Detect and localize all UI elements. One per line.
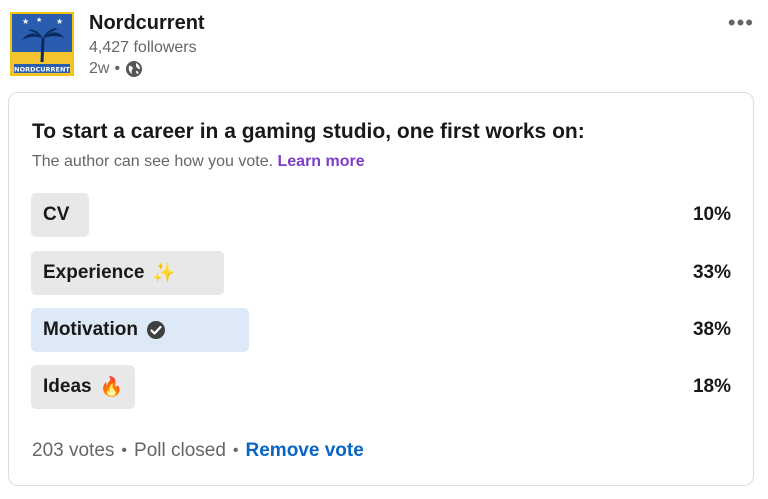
- poll-option: CV 10%: [31, 193, 731, 237]
- post-meta: 2w •: [89, 60, 143, 78]
- svg-text:★: ★: [36, 16, 42, 24]
- footer-separator: •: [121, 442, 128, 459]
- poll-option-label: CV: [43, 204, 69, 226]
- learn-more-link[interactable]: Learn more: [278, 153, 365, 170]
- footer-separator: •: [232, 442, 239, 459]
- remove-vote-link[interactable]: Remove vote: [246, 440, 364, 462]
- poll-question: To start a career in a gaming studio, on…: [32, 120, 585, 143]
- poll-option: Motivation 38%: [31, 308, 731, 352]
- poll-option: Experience ✨ 33%: [31, 251, 731, 295]
- poll-option-label: Motivation: [43, 319, 166, 341]
- follower-count: 4,427 followers: [89, 39, 197, 56]
- logo-wordmark: NORDCURRENT: [14, 66, 70, 74]
- poll-option-label: Ideas 🔥: [43, 375, 123, 399]
- poll-visibility-notice: The author can see how you vote. Learn m…: [32, 153, 365, 171]
- option-text: CV: [43, 204, 70, 225]
- company-logo[interactable]: ★ ★ ★ NORDCURRENT: [10, 12, 74, 76]
- fire-icon: 🔥: [99, 377, 124, 398]
- org-name[interactable]: Nordcurrent: [89, 12, 205, 35]
- poll-footer: 203 votes • Poll closed • Remove vote: [32, 440, 364, 462]
- option-text: Experience: [43, 262, 145, 283]
- poll-option-percent: 10%: [692, 204, 731, 225]
- poll-status: Poll closed: [134, 440, 226, 461]
- svg-text:★: ★: [56, 17, 63, 26]
- vote-count: 203 votes: [32, 440, 115, 461]
- notice-text: The author can see how you vote.: [32, 153, 274, 170]
- globe-icon: [125, 60, 143, 78]
- post-age: 2w: [89, 60, 110, 77]
- selected-check-icon: [146, 320, 166, 340]
- sparkles-icon: ✨: [152, 263, 177, 284]
- option-text: Motivation: [43, 319, 138, 340]
- poll-card: To start a career in a gaming studio, on…: [8, 92, 754, 486]
- poll-option: Ideas 🔥 18%: [31, 365, 731, 409]
- more-options-icon[interactable]: •••: [728, 10, 754, 36]
- svg-text:★: ★: [22, 17, 29, 26]
- meta-separator: •: [114, 60, 121, 77]
- poll-option-percent: 18%: [692, 376, 731, 397]
- poll-option-percent: 38%: [692, 319, 731, 340]
- poll-option-label: Experience ✨: [43, 261, 176, 285]
- option-text: Ideas: [43, 376, 92, 397]
- poll-option-percent: 33%: [692, 262, 731, 283]
